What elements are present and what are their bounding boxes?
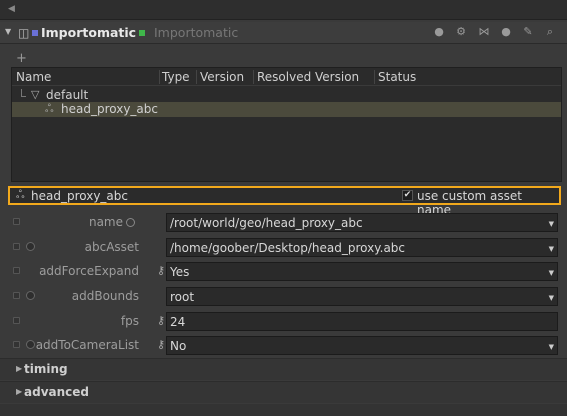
search-icon[interactable]: ⌕: [543, 25, 557, 39]
column-version[interactable]: Version: [200, 70, 244, 84]
param-label: abcAsset: [84, 240, 139, 254]
tree-row-label: default: [46, 88, 89, 102]
column-divider: [196, 70, 197, 84]
param-state-icon[interactable]: [13, 317, 20, 324]
top-strip: ◀: [0, 0, 567, 20]
asset-tree[interactable]: Name Type Version Resolved Version Statu…: [11, 67, 562, 182]
param-row-addforceexpand: addForceExpand ⚷ Yes ▼: [0, 261, 567, 281]
collapse-caret-icon[interactable]: ▼: [5, 27, 11, 36]
field-value: /home/goober/Desktop/head_proxy.abc: [170, 241, 406, 255]
asset-icon: ஃ: [16, 188, 25, 201]
param-label: addForceExpand: [39, 264, 139, 278]
panel-bottom: [0, 404, 567, 416]
param-state-icon[interactable]: [13, 218, 20, 225]
param-state-icon[interactable]: [13, 292, 20, 299]
key-icon[interactable]: ⚷: [157, 338, 165, 351]
param-label: addBounds: [71, 289, 139, 303]
column-divider: [253, 70, 254, 84]
abcasset-field[interactable]: /home/goober/Desktop/head_proxy.abc ▼: [166, 238, 558, 257]
dot-icon[interactable]: ●: [432, 25, 446, 39]
param-label: name: [88, 215, 123, 229]
asset-icon: ஃ: [45, 102, 54, 115]
name-field[interactable]: /root/world/geo/head_proxy_abc ▼: [166, 213, 558, 232]
addforceexpand-select[interactable]: Yes ▼: [166, 262, 558, 281]
key-icon[interactable]: ⚷: [157, 314, 165, 327]
section-label: advanced: [24, 385, 89, 399]
dropdown-arrow-icon[interactable]: ▼: [549, 220, 554, 228]
param-row-addtocameralist: addToCameraList ⚷ No ▼: [0, 335, 567, 355]
wrench-icon[interactable]: ✎: [521, 25, 535, 39]
enable-toggle-icon[interactable]: [26, 340, 35, 349]
node-icon: ◫: [18, 26, 30, 40]
view-flag-icon[interactable]: [32, 30, 38, 36]
field-value: root: [170, 290, 195, 304]
field-value: Yes: [170, 265, 190, 279]
param-row-abcasset: abcAsset /home/goober/Desktop/head_proxy…: [0, 237, 567, 257]
node-title: Importomatic: [41, 25, 137, 40]
param-label: fps: [120, 314, 139, 328]
param-state-icon[interactable]: [13, 341, 20, 348]
param-row-name: name /root/world/geo/head_proxy_abc ▼: [0, 212, 567, 232]
expand-arrow-icon[interactable]: ▶: [16, 364, 22, 373]
field-value: 24: [170, 315, 186, 329]
expand-icon[interactable]: ▽: [31, 88, 39, 101]
param-state-icon[interactable]: [13, 267, 20, 274]
asset-name: head_proxy_abc: [31, 189, 128, 203]
tree-row-default[interactable]: ▽ default: [12, 88, 561, 103]
addtocameralist-select[interactable]: No ▼: [166, 336, 558, 355]
dropdown-arrow-icon[interactable]: ▼: [549, 269, 554, 277]
column-status[interactable]: Status: [378, 70, 416, 84]
dropdown-arrow-icon[interactable]: ▼: [549, 294, 554, 302]
asset-name-bar: ஃ head_proxy_abc ✔ use custom asset name: [8, 186, 561, 217]
fps-field[interactable]: 24: [166, 312, 558, 331]
section-advanced[interactable]: ▶ advanced: [0, 381, 567, 403]
tree-header: Name Type Version Resolved Version Statu…: [12, 68, 561, 86]
custom-name-checkbox[interactable]: ✔: [402, 190, 413, 201]
column-divider: [374, 70, 375, 84]
edit-flag-icon[interactable]: [139, 30, 145, 36]
param-state-icon[interactable]: [13, 243, 20, 250]
column-name[interactable]: Name: [16, 70, 51, 84]
section-timing[interactable]: ▶ timing: [0, 358, 567, 380]
add-button[interactable]: +: [16, 51, 27, 66]
widget-options-icon[interactable]: [126, 218, 135, 227]
field-value: /root/world/geo/head_proxy_abc: [170, 216, 363, 230]
column-divider: [159, 70, 160, 84]
column-type[interactable]: Type: [162, 70, 190, 84]
column-resolved-version[interactable]: Resolved Version: [257, 70, 359, 84]
param-row-addbounds: addBounds root ▼: [0, 286, 567, 306]
section-label: timing: [24, 362, 68, 376]
collapse-left-icon[interactable]: ◀: [8, 4, 15, 14]
dropdown-arrow-icon[interactable]: ▼: [549, 245, 554, 253]
enable-toggle-icon[interactable]: [26, 242, 35, 251]
dropdown-arrow-icon[interactable]: ▼: [549, 343, 554, 351]
param-label: addToCameraList: [35, 338, 139, 352]
tree-row-head-proxy[interactable]: ஃ head_proxy_abc: [12, 102, 561, 117]
graph-icon[interactable]: ⋈: [477, 25, 491, 39]
param-row-fps: fps ⚷ 24: [0, 311, 567, 331]
tree-row-label: head_proxy_abc: [61, 102, 158, 116]
node-header: ▼ ◫ Importomatic Importomatic ● ⚙ ⋈ ● ✎ …: [0, 22, 567, 44]
node-type-label: Importomatic: [154, 25, 239, 40]
addbounds-select[interactable]: root ▼: [166, 287, 558, 306]
comment-icon[interactable]: ●: [499, 25, 513, 39]
field-value: No: [170, 339, 187, 353]
gear-icon[interactable]: ⚙: [454, 25, 468, 39]
enable-toggle-icon[interactable]: [26, 291, 35, 300]
key-icon[interactable]: ⚷: [157, 264, 165, 277]
expand-arrow-icon[interactable]: ▶: [16, 387, 22, 396]
